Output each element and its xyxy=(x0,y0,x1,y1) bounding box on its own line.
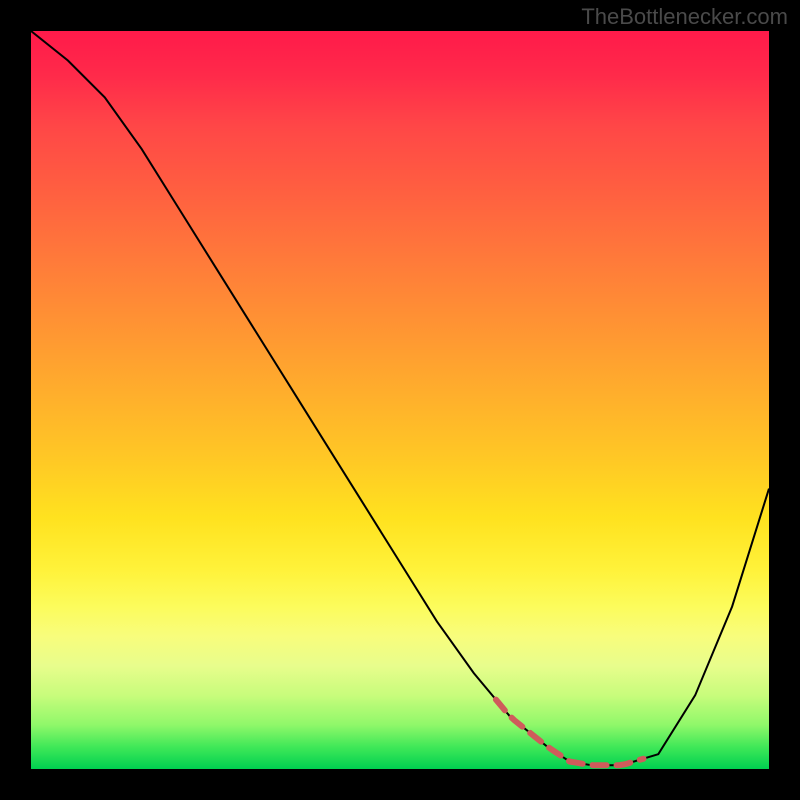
watermark-text: TheBottlenecker.com xyxy=(581,4,788,30)
bottleneck-curve-line xyxy=(31,31,769,765)
chart-plot-area xyxy=(31,31,769,769)
chart-svg xyxy=(31,31,769,769)
bottleneck-curve-highlight xyxy=(496,700,644,766)
